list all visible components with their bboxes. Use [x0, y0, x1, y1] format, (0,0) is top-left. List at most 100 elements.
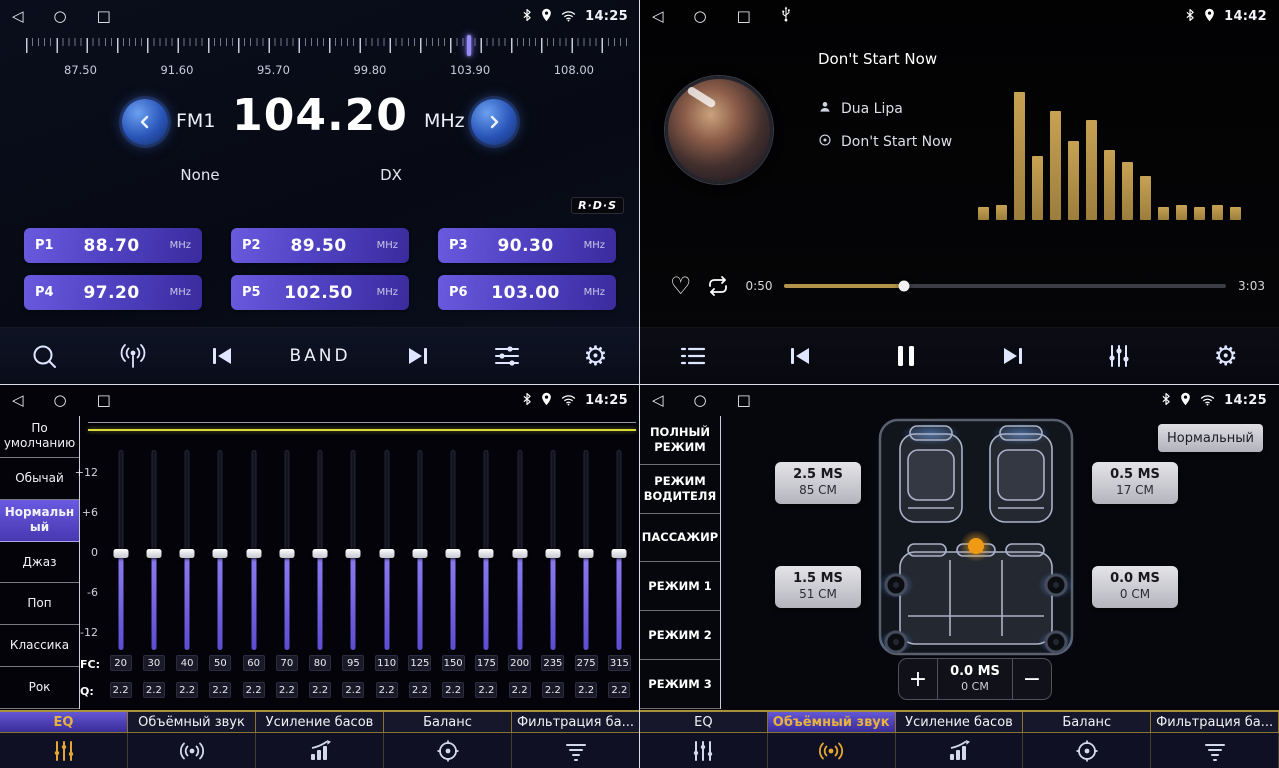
audio-tab-0[interactable]: EQ: [640, 712, 768, 732]
audio-tab-3[interactable]: Баланс: [384, 712, 512, 732]
eq-band-slider-3[interactable]: [204, 450, 237, 650]
eq-preset-6[interactable]: Рок: [0, 667, 79, 709]
eq-band-slider-6[interactable]: [304, 450, 337, 650]
eq-preset-0[interactable]: По умолчанию: [0, 416, 79, 458]
previous-station-icon[interactable]: [200, 334, 244, 378]
eq-sliders-icon[interactable]: [640, 733, 768, 768]
audio-tab-1[interactable]: Объёмный звук: [768, 712, 896, 732]
balance-icon[interactable]: [1023, 733, 1151, 768]
eq-slider-handle[interactable]: [146, 549, 161, 558]
eq-sliders-icon[interactable]: [0, 733, 128, 768]
audio-tab-2[interactable]: Усиление басов: [256, 712, 384, 732]
home-button[interactable]: ○: [694, 393, 707, 408]
pause-icon[interactable]: [884, 334, 928, 378]
settings-gear-icon[interactable]: ⚙: [1204, 334, 1248, 378]
back-button[interactable]: ◁: [12, 9, 24, 24]
eq-preset-1[interactable]: Обычай: [0, 458, 79, 500]
surround-mode-2[interactable]: ПАССАЖИР: [640, 514, 720, 563]
eq-preset-2[interactable]: Нормальный: [0, 500, 79, 542]
eq-slider-handle[interactable]: [379, 549, 394, 558]
eq-slider-handle[interactable]: [113, 549, 128, 558]
eq-preset-5[interactable]: Классика: [0, 625, 79, 667]
recents-button[interactable]: □: [97, 9, 111, 24]
playlist-icon[interactable]: [671, 334, 715, 378]
increase-delay-button[interactable]: +: [899, 659, 937, 699]
eq-band-slider-13[interactable]: [536, 450, 569, 650]
surround-mode-0[interactable]: ПОЛНЫЙ РЕЖИМ: [640, 416, 720, 465]
eq-slider-handle[interactable]: [246, 549, 261, 558]
eq-band-slider-11[interactable]: [470, 450, 503, 650]
recents-button[interactable]: □: [737, 393, 751, 408]
tune-up-button[interactable]: [471, 99, 517, 145]
eq-slider-handle[interactable]: [346, 549, 361, 558]
eq-slider-handle[interactable]: [412, 549, 427, 558]
recents-button[interactable]: □: [97, 393, 111, 408]
eq-band-slider-2[interactable]: [171, 450, 204, 650]
frequency-ruler[interactable]: [26, 38, 632, 60]
favorite-icon[interactable]: ♡: [670, 274, 692, 298]
decrease-delay-button[interactable]: −: [1013, 659, 1051, 699]
band-button[interactable]: BAND: [289, 346, 350, 366]
balance-icon[interactable]: [384, 733, 512, 768]
surround-mode-5[interactable]: РЕЖИМ 3: [640, 660, 720, 709]
tune-down-button[interactable]: [122, 99, 168, 145]
progress-handle[interactable]: [898, 281, 909, 292]
eq-preset-3[interactable]: Джаз: [0, 542, 79, 584]
back-button[interactable]: ◁: [652, 9, 664, 24]
surround-sound-icon[interactable]: [768, 733, 896, 768]
rear-right-delay[interactable]: 0.0 MS 0 CM: [1092, 566, 1178, 608]
audio-tab-1[interactable]: Объёмный звук: [128, 712, 256, 732]
back-button[interactable]: ◁: [652, 393, 664, 408]
eq-band-slider-0[interactable]: [104, 450, 137, 650]
radio-preset-p2[interactable]: P289.50MHz: [231, 228, 409, 263]
bass-boost-icon[interactable]: [896, 733, 1024, 768]
surround-mode-1[interactable]: РЕЖИМ ВОДИТЕЛЯ: [640, 465, 720, 514]
repeat-icon[interactable]: [706, 275, 730, 297]
eq-slider-handle[interactable]: [180, 549, 195, 558]
eq-band-slider-7[interactable]: [337, 450, 370, 650]
bass-boost-icon[interactable]: [256, 733, 384, 768]
front-left-delay[interactable]: 2.5 MS 85 CM: [775, 462, 861, 504]
audio-tab-4[interactable]: Фильтрация ба...: [512, 712, 640, 732]
radio-preset-p6[interactable]: P6103.00MHz: [438, 275, 616, 310]
radio-preset-p3[interactable]: P390.30MHz: [438, 228, 616, 263]
radio-preset-p4[interactable]: P497.20MHz: [24, 275, 202, 310]
back-button[interactable]: ◁: [12, 393, 24, 408]
mixer-icon[interactable]: [1097, 334, 1141, 378]
home-button[interactable]: ○: [54, 393, 67, 408]
front-right-delay[interactable]: 0.5 MS 17 CM: [1092, 462, 1178, 504]
recents-button[interactable]: □: [737, 9, 751, 24]
eq-slider-handle[interactable]: [545, 549, 560, 558]
audio-tab-2[interactable]: Усиление басов: [896, 712, 1024, 732]
surround-mode-4[interactable]: РЕЖИМ 2: [640, 611, 720, 660]
eq-band-slider-12[interactable]: [503, 450, 536, 650]
eq-slider-handle[interactable]: [512, 549, 527, 558]
radio-preset-p1[interactable]: P188.70MHz: [24, 228, 202, 263]
eq-band-slider-5[interactable]: [270, 450, 303, 650]
audio-tab-3[interactable]: Баланс: [1023, 712, 1151, 732]
eq-band-slider-1[interactable]: [137, 450, 170, 650]
audio-tab-0[interactable]: EQ: [0, 712, 128, 732]
audio-tab-4[interactable]: Фильтрация ба...: [1151, 712, 1279, 732]
eq-slider-handle[interactable]: [446, 549, 461, 558]
next-track-icon[interactable]: [991, 334, 1035, 378]
home-button[interactable]: ○: [694, 9, 707, 24]
scan-icon[interactable]: [22, 334, 66, 378]
eq-preset-4[interactable]: Поп: [0, 583, 79, 625]
eq-slider-handle[interactable]: [579, 549, 594, 558]
eq-band-slider-14[interactable]: [570, 450, 603, 650]
eq-slider-handle[interactable]: [279, 549, 294, 558]
eq-slider-handle[interactable]: [313, 549, 328, 558]
radio-preset-p5[interactable]: P5102.50MHz: [231, 275, 409, 310]
eq-band-slider-15[interactable]: [603, 450, 636, 650]
album-art[interactable]: [665, 76, 773, 184]
eq-slider-handle[interactable]: [612, 549, 627, 558]
settings-gear-icon[interactable]: ⚙: [574, 334, 618, 378]
surround-sound-icon[interactable]: [128, 733, 256, 768]
previous-track-icon[interactable]: [778, 334, 822, 378]
rear-left-delay[interactable]: 1.5 MS 51 CM: [775, 566, 861, 608]
next-station-icon[interactable]: [396, 334, 440, 378]
eq-band-slider-4[interactable]: [237, 450, 270, 650]
eq-band-slider-10[interactable]: [437, 450, 470, 650]
home-button[interactable]: ○: [54, 9, 67, 24]
